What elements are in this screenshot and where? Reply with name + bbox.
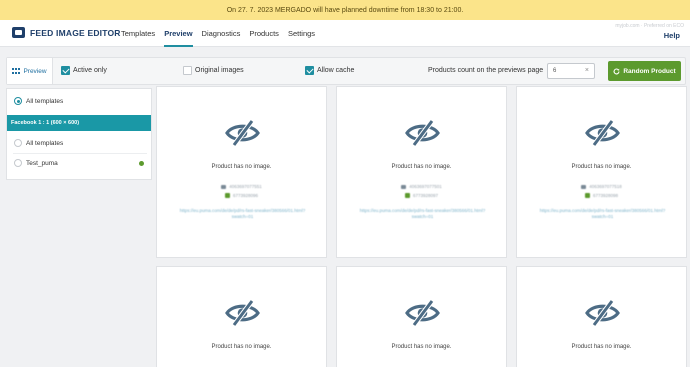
sidebar-item-test-puma[interactable]: Test_puma	[7, 157, 151, 169]
no-image-text: Product has no image.	[211, 344, 272, 350]
product-preview-card[interactable]: Product has no image.	[516, 266, 687, 367]
product-ean: 4063697077501	[337, 184, 506, 189]
radio[interactable]	[14, 159, 22, 167]
product-preview-card[interactable]: Product has no image. 4063697077551 6773…	[156, 86, 327, 258]
nav-products[interactable]: Products	[249, 20, 279, 47]
eye-slash-icon	[405, 119, 440, 147]
no-image-text: Product has no image.	[391, 344, 452, 350]
downtime-banner: On 27. 7. 2023 MERGADO will have planned…	[0, 0, 690, 20]
templates-sidebar: All templates Facebook 1 : 1 (600 × 600)…	[6, 88, 152, 180]
sidebar-item-all-templates-top[interactable]: All templates	[7, 95, 151, 107]
main-nav: Templates Preview Diagnostics Products S…	[121, 20, 315, 47]
product-url-link[interactable]: https://eu.puma.com/de/de/pd/rs-fast-sne…	[353, 208, 492, 220]
product-preview-card[interactable]: Product has no image. 4063697077501 6773…	[336, 86, 507, 258]
active-only-label: Active only	[73, 67, 107, 74]
radio[interactable]	[14, 139, 22, 147]
no-image-text: Product has no image.	[211, 164, 272, 170]
no-image-text: Product has no image.	[571, 344, 632, 350]
preview-tab[interactable]: Preview	[7, 58, 53, 84]
nav-diagnostics[interactable]: Diagnostics	[202, 20, 241, 47]
eye-slash-icon	[405, 299, 440, 327]
active-only-checkbox[interactable]	[61, 66, 70, 75]
product-url-link[interactable]: https://eu.puma.com/de/de/pd/rs-fast-sne…	[173, 208, 312, 220]
product-id: 6773928097	[337, 193, 506, 198]
eye-slash-icon	[585, 119, 620, 147]
random-product-button[interactable]: Random Product	[608, 61, 681, 81]
grid-icon	[12, 67, 21, 75]
product-id: 6773928096	[157, 193, 326, 198]
product-ean: 4063697077518	[517, 184, 686, 189]
allow-cache-label: Allow cache	[317, 67, 355, 74]
sidebar-item-all-templates[interactable]: All templates	[7, 137, 151, 149]
sidebar-item-label: All templates	[26, 97, 64, 105]
preview-toolbar: Preview Active only Original images Allo…	[6, 57, 686, 85]
app-title: FEED IMAGE EDITOR	[30, 27, 121, 38]
nav-preview[interactable]: Preview	[164, 20, 193, 47]
barcode-icon	[401, 184, 407, 189]
template-group-header: Facebook 1 : 1 (600 × 600)	[7, 115, 151, 131]
tag-icon	[404, 193, 410, 198]
products-count-value: 6	[553, 68, 557, 74]
barcode-icon	[581, 184, 587, 189]
random-product-label: Random Product	[623, 67, 676, 75]
app-header: FEED IMAGE EDITOR Templates Preview Diag…	[0, 20, 690, 47]
divider	[13, 153, 147, 154]
active-status-dot	[139, 160, 144, 166]
eye-slash-icon	[225, 299, 260, 327]
nav-settings[interactable]: Settings	[288, 20, 315, 47]
barcode-icon	[221, 184, 227, 189]
nav-templates[interactable]: Templates	[121, 20, 155, 47]
no-image-text: Product has no image.	[391, 164, 452, 170]
product-ean: 4063697077551	[157, 184, 326, 189]
eye-slash-icon	[225, 119, 260, 147]
clear-icon[interactable]: ×	[585, 67, 589, 74]
product-preview-card[interactable]: Product has no image.	[336, 266, 507, 367]
products-count-label: Products count on the previews page	[428, 67, 544, 74]
original-images-checkbox[interactable]	[183, 66, 192, 75]
product-url-link[interactable]: https://eu.puma.com/de/de/pd/rs-fast-sne…	[533, 208, 672, 220]
products-count-input[interactable]: 6 ×	[547, 63, 595, 79]
product-id: 6773928098	[517, 193, 686, 198]
image-editor-icon	[12, 27, 25, 38]
app-logo[interactable]: FEED IMAGE EDITOR	[12, 27, 121, 38]
tag-icon	[224, 193, 230, 198]
tag-icon	[584, 193, 590, 198]
allow-cache-checkbox[interactable]	[305, 66, 314, 75]
preview-tab-label: Preview	[23, 67, 47, 75]
original-images-label: Original images	[195, 67, 244, 74]
product-preview-card[interactable]: Product has no image. 4063697077518 6773…	[516, 86, 687, 258]
product-preview-card[interactable]: Product has no image.	[156, 266, 327, 367]
banner-text: On 27. 7. 2023 MERGADO will have planned…	[226, 6, 464, 14]
radio-selected[interactable]	[14, 97, 22, 105]
eye-slash-icon	[585, 299, 620, 327]
account-info: myjob.com · Preferred on ECO	[615, 23, 684, 29]
no-image-text: Product has no image.	[571, 164, 632, 170]
sidebar-item-label: All templates	[26, 139, 64, 147]
sidebar-item-label: Test_puma	[26, 159, 58, 167]
refresh-icon	[613, 68, 620, 74]
help-link[interactable]: Help	[664, 31, 680, 40]
